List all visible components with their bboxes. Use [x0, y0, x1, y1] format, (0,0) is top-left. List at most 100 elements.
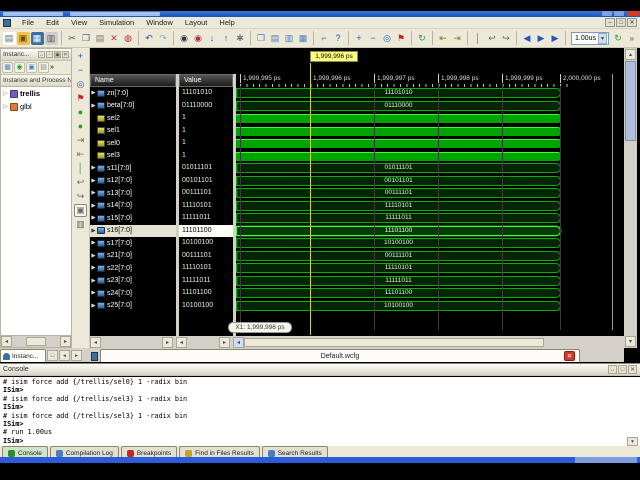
arrow-up-icon[interactable]: ↑ — [220, 32, 233, 45]
waveform-canvas[interactable]: 11101010 01110000 01011101 00101101 00111101… — [236, 48, 624, 336]
cursor-marker[interactable] — [310, 63, 311, 335]
wave-row-s16[7:0][interactable]: 11101100 — [236, 225, 624, 238]
scroll-thumb[interactable] — [244, 337, 544, 347]
find-clear-icon[interactable]: ◉ — [192, 32, 205, 45]
signal-row-s14[7:0][interactable]: ▶ s14[7:0] — [90, 200, 176, 213]
tab-close-icon[interactable]: ✕ — [564, 351, 575, 361]
name-value-splitter[interactable] — [176, 74, 179, 336]
scroll-left-icon[interactable]: ◂ — [1, 336, 12, 347]
wave-row-s15[7:0][interactable]: 11111011 — [236, 212, 624, 225]
snapshot-icon[interactable]: ▣ — [74, 204, 87, 217]
new-icon[interactable]: ▤ — [2, 31, 16, 45]
goto-prev-icon[interactable]: ⇤ — [437, 32, 450, 45]
wave-row-s12[7:0][interactable]: 00101101 — [236, 175, 624, 188]
tab-default-wcfg[interactable]: Default.wcfg ✕ — [100, 349, 580, 362]
wave-row-s23[7:0][interactable]: 11111011 — [236, 275, 624, 288]
panel-title-button-0[interactable]: ↔ — [38, 51, 45, 58]
scroll-right-icon[interactable]: ▸ — [162, 336, 173, 348]
wave-row-s24[7:0][interactable]: 11101100 — [236, 287, 624, 300]
open-icon[interactable]: ▣ — [16, 31, 30, 45]
wave-row-s21[7:0][interactable]: 00111101 — [236, 250, 624, 263]
zoom-cursor-icon[interactable]: ⚑ — [395, 32, 408, 45]
copy-icon[interactable]: ❐ — [80, 32, 93, 45]
tree-item-glbl[interactable]: ▷ glbl — [1, 100, 71, 113]
name-hscrollbar[interactable]: ◂ ▸ — [90, 336, 176, 348]
value-column-header[interactable]: Value — [179, 74, 233, 87]
globe-icon[interactable]: ◉ — [14, 62, 25, 73]
console-output[interactable]: # isim force add {/trellis/sel0} 1 -radi… — [0, 377, 640, 446]
scroll-thumb[interactable] — [26, 337, 46, 346]
swap-icon[interactable]: ▥ — [74, 218, 87, 231]
wrench-icon[interactable]: ⌐ — [318, 32, 331, 45]
expand-icon[interactable]: ▷ — [3, 103, 10, 110]
cut-icon[interactable]: ✂ — [66, 32, 79, 45]
bottom-tab-console[interactable]: Console — [2, 446, 48, 457]
wave-row-s14[7:0][interactable]: 11110101 — [236, 200, 624, 213]
delete-icon[interactable]: ✕ — [108, 32, 121, 45]
value-wave-splitter[interactable] — [233, 74, 236, 336]
expand-icon[interactable]: ▶ — [90, 240, 97, 246]
cascade-icon[interactable]: ❐ — [255, 32, 268, 45]
window-icon[interactable]: ▣ — [26, 62, 37, 73]
toolbar-overflow-icon[interactable]: » — [630, 34, 638, 43]
scroll-left-icon[interactable]: ◂ — [176, 336, 187, 348]
instance-panel-hscrollbar[interactable]: ◂ ▸ — [1, 335, 71, 347]
expand-icon[interactable]: ▶ — [90, 203, 97, 209]
layout-icon[interactable]: ▦ — [297, 32, 310, 45]
expand-icon[interactable]: ▶ — [90, 215, 97, 221]
go-to-time-icon[interactable]: ● — [74, 106, 87, 119]
value-hscrollbar[interactable]: ◂ ▸ — [176, 336, 233, 348]
run-icon[interactable]: ▶ — [535, 32, 548, 45]
signal-row-sel3[interactable]: sel3 — [90, 150, 176, 163]
expand-icon[interactable]: ▶ — [90, 165, 97, 171]
menu-file[interactable]: File — [16, 18, 40, 27]
signal-row-zn[7:0][interactable]: ▶ zn[7:0] — [90, 87, 176, 100]
console-scroll-down-icon[interactable]: ▾ — [627, 437, 638, 446]
panel-extra-button[interactable]: □ — [47, 350, 58, 361]
wave-row-s22[7:0][interactable]: 11110101 — [236, 262, 624, 275]
instance-panel-titlebar[interactable]: Instanc... ↔ ▫ ▣ ✕ — [1, 49, 71, 61]
scroll-left-icon[interactable]: ◂ — [90, 336, 101, 348]
panel-title-button-1[interactable]: ▫ — [46, 51, 53, 58]
panel-title-button-2[interactable]: ▣ — [54, 51, 61, 58]
arrow-down-icon[interactable]: ↓ — [206, 32, 219, 45]
scroll-right-icon[interactable]: ▸ — [60, 336, 71, 347]
signal-row-s16[7:0][interactable]: ▶ s16[7:0] — [90, 224, 176, 237]
bottom-tab-search-results[interactable]: Search Results — [261, 446, 328, 457]
expand-icon[interactable]: ▶ — [90, 290, 97, 296]
signal-row-s22[7:0][interactable]: ▶ s22[7:0] — [90, 262, 176, 275]
import-icon[interactable]: ⇤ — [74, 148, 87, 161]
wave-hscrollbar[interactable]: ◂ — [233, 336, 621, 348]
expand-icon[interactable]: ▶ — [90, 228, 97, 234]
signal-row-sel2[interactable]: sel2 — [90, 112, 176, 125]
zoom-out-icon[interactable]: − — [367, 32, 380, 45]
memory-icon[interactable]: ▤ — [38, 62, 49, 73]
scroll-left-icon[interactable]: ◂ — [233, 336, 244, 348]
signal-row-sel1[interactable]: sel1 — [90, 125, 176, 138]
wave-row-beta[7:0][interactable]: 01110000 — [236, 100, 624, 113]
menu-view[interactable]: View — [65, 18, 93, 27]
menu-layout[interactable]: Layout — [179, 18, 214, 27]
tab-scroll-left-icon[interactable]: ◂ — [59, 350, 70, 361]
tile-horizontal-icon[interactable]: ▤ — [269, 32, 282, 45]
expand-icon[interactable]: ▶ — [90, 253, 97, 259]
wave-row-zn[7:0][interactable]: 11101010 — [236, 87, 624, 100]
mdi-restore-button[interactable]: □ — [616, 18, 626, 27]
wave-row-sel2[interactable] — [236, 112, 624, 125]
menu-simulation[interactable]: Simulation — [93, 18, 140, 27]
mdi-minimize-button[interactable]: – — [605, 18, 615, 27]
bottom-tab-breakpoints[interactable]: Breakpoints — [120, 446, 178, 457]
signal-row-s13[7:0][interactable]: ▶ s13[7:0] — [90, 187, 176, 200]
refresh-icon[interactable]: ↻ — [416, 32, 429, 45]
gear-icon[interactable]: ✱ — [234, 32, 247, 45]
restart-icon[interactable]: ◀ — [521, 32, 534, 45]
expand-icon[interactable]: ▶ — [90, 90, 97, 96]
zoom-full-icon[interactable]: ◎ — [381, 32, 394, 45]
zoom-out-icon[interactable]: − — [74, 64, 87, 77]
export-icon[interactable]: ⇥ — [74, 134, 87, 147]
minimize-button[interactable] — [602, 11, 612, 16]
wave-row-sel0[interactable] — [236, 137, 624, 150]
wave-row-s25[7:0][interactable]: 10100100 — [236, 300, 624, 313]
tree-item-trellis[interactable]: ▷ trellis — [1, 87, 71, 100]
go-to-zero-icon[interactable]: ● — [74, 120, 87, 133]
